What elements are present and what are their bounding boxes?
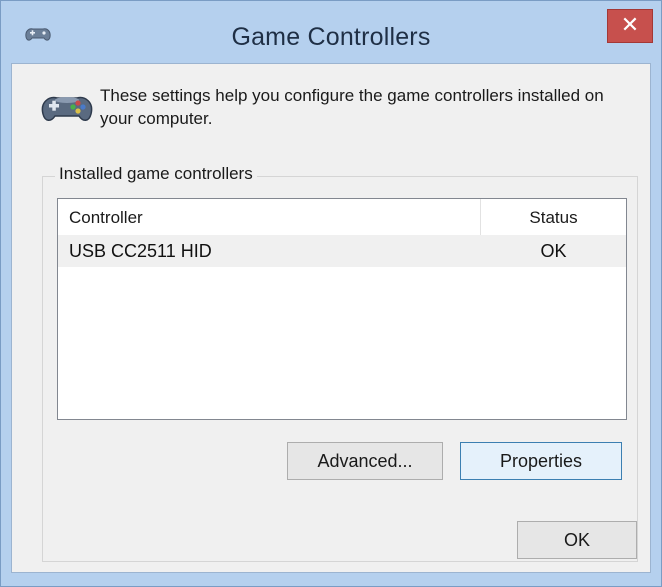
properties-button[interactable]: Properties (460, 442, 622, 480)
group-label: Installed game controllers (55, 164, 257, 184)
column-header-controller[interactable]: Controller (69, 208, 143, 228)
window-title: Game Controllers (231, 23, 431, 51)
ok-button[interactable]: OK (517, 521, 637, 559)
gamepad-icon (41, 96, 93, 121)
dialog-content: These settings help you configure the ga… (11, 63, 651, 573)
table-row[interactable]: USB CC2511 HID OK (58, 235, 626, 267)
controllers-list[interactable]: Controller Status USB CC2511 HID OK (57, 198, 627, 420)
column-header-status[interactable]: Status (481, 208, 626, 228)
description-text: These settings help you configure the ga… (100, 86, 604, 128)
close-icon: ✕ (620, 12, 640, 37)
close-button[interactable]: ✕ (607, 9, 653, 43)
controller-name: USB CC2511 HID (69, 241, 212, 261)
controller-status: OK (540, 241, 567, 261)
game-controllers-window: Game Controllers ✕ These settings help y… (0, 0, 662, 587)
list-header: Controller Status (58, 199, 626, 235)
advanced-button[interactable]: Advanced... (287, 442, 443, 480)
title-bar[interactable]: Game Controllers ✕ (1, 1, 661, 63)
